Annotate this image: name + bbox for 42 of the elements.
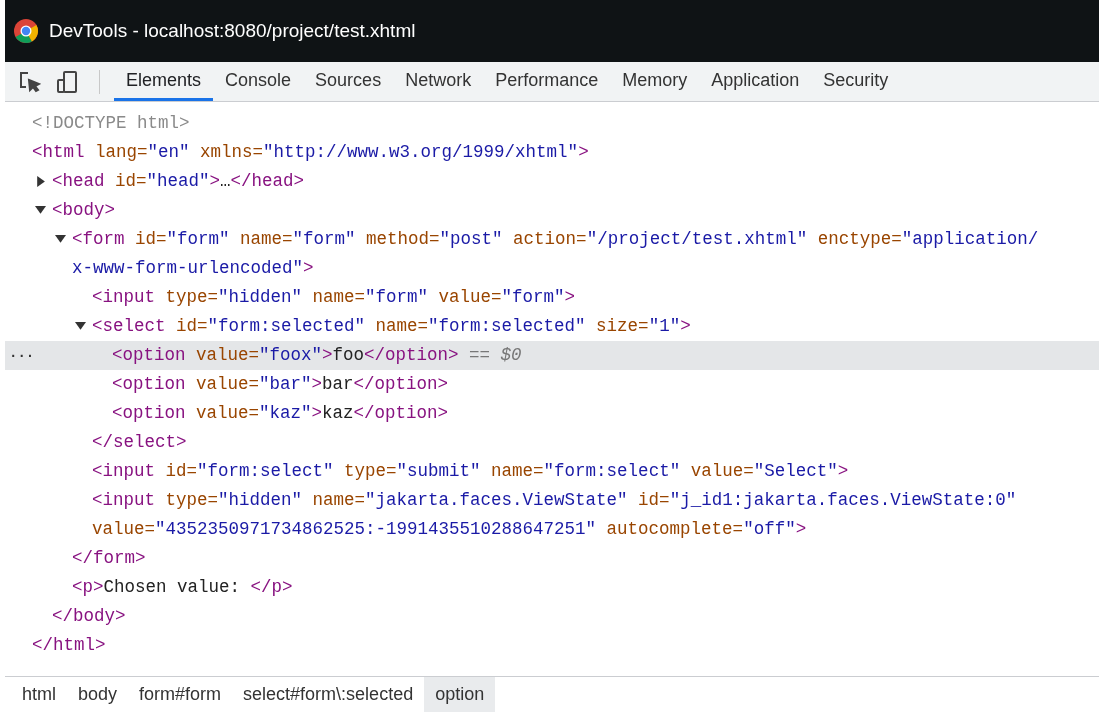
tab[interactable]: Sources bbox=[303, 62, 394, 101]
inspect-cursor-icon[interactable] bbox=[19, 70, 41, 93]
code-line: <!DOCTYPE html> bbox=[32, 112, 190, 136]
code-line: <input type="hidden" name="form" value="form"> bbox=[92, 286, 576, 310]
triangle-down-icon[interactable] bbox=[55, 234, 66, 245]
tab[interactable]: Elements bbox=[114, 62, 214, 101]
tab[interactable]: Network bbox=[393, 62, 484, 101]
breadcrumb[interactable]: select#form\:selected bbox=[232, 677, 425, 712]
code-line: value="4352350971734862525:-1991435510288647251" autocomplete="off"> bbox=[92, 518, 807, 542]
code-line: <select id="form:selected" name="form:selected" size="1"> bbox=[92, 315, 691, 339]
code-line: <p>Chosen value: </p> bbox=[72, 576, 293, 600]
breadcrumb[interactable]: html bbox=[11, 677, 67, 712]
window-title: DevTools - localhost:8080/project/test.xhtml bbox=[49, 18, 416, 43]
browser-logo-icon bbox=[13, 18, 39, 44]
code-line: </form> bbox=[72, 547, 146, 571]
device-icon[interactable] bbox=[55, 69, 79, 94]
tab[interactable]: Console bbox=[213, 62, 304, 101]
breadcrumb[interactable]: body bbox=[67, 677, 129, 712]
code-line: x-www-form-urlencoded"> bbox=[72, 257, 314, 281]
triangle-right-icon[interactable] bbox=[35, 176, 46, 187]
triangle-down-icon[interactable] bbox=[75, 321, 86, 332]
code-line: </select> bbox=[92, 431, 187, 455]
code-line: <form id="form" name="form" method="post" action="/project/test.xhtml" enctype="application/ bbox=[72, 228, 1039, 252]
code-line: <option value="kaz">kaz</option> bbox=[112, 402, 449, 426]
code-line: <option value="foox">foo</option> == $0 bbox=[112, 344, 522, 368]
tab[interactable]: Performance bbox=[483, 62, 611, 101]
code-line: <input type="hidden" name="jakarta.faces.ViewState" id="j_id1:jakarta.faces.ViewState:0" bbox=[92, 489, 1017, 513]
code-line: </html> bbox=[32, 634, 106, 658]
selected-row[interactable]: ... <option value="foox">foo</option> == $0 bbox=[5, 341, 1099, 370]
code-line: </body> bbox=[52, 605, 126, 629]
more-dots[interactable]: ... bbox=[9, 343, 35, 364]
tab[interactable]: Application bbox=[699, 62, 812, 101]
code-line: <option value="bar">bar</option> bbox=[112, 373, 449, 397]
code-line: <body> bbox=[52, 199, 115, 223]
code-line: <input id="form:select" type="submit" name="form:select" value="Select"> bbox=[92, 460, 849, 484]
tab[interactable]: Security bbox=[811, 62, 901, 101]
breadcrumb[interactable]: form#form bbox=[128, 677, 233, 712]
code-line: <html lang="en" xmlns="http://www.w3.org/1999/xhtml"> bbox=[32, 141, 589, 165]
breadcrumb[interactable]: option bbox=[424, 677, 496, 712]
triangle-down-icon[interactable] bbox=[35, 205, 46, 216]
code-line: <head id="head">…</head> bbox=[52, 170, 305, 194]
tab[interactable]: Memory bbox=[610, 62, 700, 101]
